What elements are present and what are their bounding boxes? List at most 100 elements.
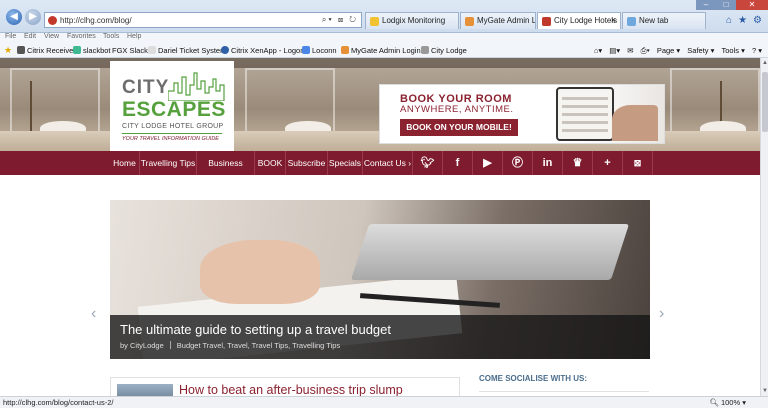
banner-cta-button[interactable]: BOOK ON YOUR MOBILE!: [400, 119, 518, 136]
slide-meta: by CityLodge Budget Travel, Travel, Trave…: [120, 341, 340, 350]
menu-help[interactable]: Help: [127, 33, 141, 40]
favorites-star-icon[interactable]: ★: [738, 15, 747, 26]
scroll-down-icon[interactable]: ▼: [761, 388, 768, 394]
favorites-star-icon[interactable]: ★: [4, 45, 12, 56]
slack-icon: [73, 46, 81, 54]
slider-prev-icon[interactable]: ‹: [91, 305, 96, 323]
logo-group: CITY LODGE HOTEL GROUP: [122, 123, 224, 130]
site-logo[interactable]: CITY ESCAPES CITY LODGE HOTEL GROUP YOUR…: [110, 61, 234, 151]
slide-categories[interactable]: Budget Travel, Travel, Travel Tips, Trav…: [177, 341, 340, 350]
maximize-button[interactable]: □: [716, 0, 736, 10]
logo-rule: [122, 133, 222, 134]
menu-favorites[interactable]: Favorites: [67, 33, 96, 40]
linkedin-icon[interactable]: in: [533, 151, 563, 175]
page-menu[interactable]: Page ▾: [657, 46, 680, 55]
post-card[interactable]: How to beat an after-business trip slump: [110, 377, 460, 396]
close-tab-icon[interactable]: ×: [611, 15, 616, 25]
main-nav: Home Travelling Tips Business Travel BOO…: [0, 151, 760, 192]
back-button[interactable]: ◀: [6, 9, 22, 25]
menu-file[interactable]: File: [5, 33, 16, 40]
status-bar: http://clhg.com/blog/contact-us-2/ 🔍︎ 10…: [0, 396, 768, 408]
tab-mygate-admin[interactable]: MyGate Admin Login: [460, 12, 536, 29]
city-skyline-icon: [168, 72, 225, 101]
slide-caption: The ultimate guide to setting up a trave…: [110, 315, 650, 359]
crown-icon[interactable]: ♛: [563, 151, 593, 175]
close-window-button[interactable]: ✕: [736, 0, 768, 10]
tab-label: City Lodge Hotels: [554, 16, 618, 25]
xenapp-icon: [221, 46, 229, 54]
fav-dariel-ticket[interactable]: Dariel Ticket System: [148, 46, 226, 55]
print-icon[interactable]: ⎙▾: [641, 46, 650, 55]
lodgix-tab-icon: [370, 17, 379, 26]
post-title[interactable]: How to beat an after-business trip slump: [179, 383, 403, 396]
tab-lodgix-monitoring[interactable]: Lodgix Monitoring: [365, 12, 459, 29]
mygate-tab-icon: [465, 17, 474, 26]
scroll-thumb[interactable]: [762, 72, 768, 132]
palm-tree: [30, 81, 32, 137]
menu-view[interactable]: View: [44, 33, 59, 40]
fav-citrix-receiver[interactable]: Citrix Receiver: [17, 46, 76, 55]
twitter-icon[interactable]: 🐦︎: [413, 151, 443, 175]
menu-edit[interactable]: Edit: [24, 33, 36, 40]
hand-image: [612, 105, 658, 141]
tab-city-lodge-hotels[interactable]: City Lodge Hotels ×: [537, 12, 621, 29]
fav-slackbot[interactable]: slackbot: [73, 46, 111, 55]
post-thumbnail: [117, 384, 173, 396]
address-bar[interactable]: http://clhg.com/blog/ ⌕▾ ⊠ ↻: [44, 12, 362, 28]
logo-tagline: YOUR TRAVEL INFORMATION GUIDE: [122, 136, 219, 142]
logo-line1: CITY: [122, 77, 170, 98]
sidebar-social: COME SOCIALISE WITH US:: [479, 374, 649, 396]
nav-book[interactable]: BOOK: [255, 151, 286, 175]
tab-label: MyGate Admin Login: [477, 16, 536, 25]
browser-titlebar: ◀ ▶ http://clhg.com/blog/ ⌕▾ ⊠ ↻ Lodgix …: [0, 0, 768, 33]
vertical-scrollbar[interactable]: ▲ ▼: [760, 58, 768, 396]
zoom-level[interactable]: 🔍︎ 100% ▾: [709, 398, 746, 407]
youtube-icon[interactable]: ▶: [473, 151, 503, 175]
featured-slider[interactable]: The ultimate guide to setting up a trave…: [110, 200, 650, 359]
slider-next-icon[interactable]: ›: [659, 305, 664, 323]
facebook-icon[interactable]: f: [443, 151, 473, 175]
feeds-icon[interactable]: ▤▾: [609, 46, 620, 55]
address-tools-icon[interactable]: ⌕▾ ⊠ ↻: [322, 15, 358, 25]
fav-city-lodge[interactable]: City Lodge: [421, 46, 467, 55]
page-icon: [148, 46, 156, 54]
pinterest-icon[interactable]: Ⓟ: [503, 151, 533, 175]
book-banner[interactable]: BOOK YOUR ROOM ANYWHERE, ANYTIME. BOOK O…: [379, 84, 665, 144]
phone-image: [556, 87, 614, 141]
fav-loconn[interactable]: Loconn: [302, 46, 337, 55]
help-menu[interactable]: ? ▾: [752, 46, 762, 55]
plus-icon[interactable]: +: [593, 151, 623, 175]
slide-title[interactable]: The ultimate guide to setting up a trave…: [120, 322, 391, 337]
nav-business-travel[interactable]: Business Travel: [197, 151, 255, 192]
citrix-icon: [17, 46, 25, 54]
site-favicon-icon: [48, 16, 57, 25]
scroll-up-icon[interactable]: ▲: [761, 60, 768, 66]
settings-gear-icon[interactable]: ⚙: [753, 15, 762, 26]
nav-contact-us[interactable]: Contact Us ›: [363, 151, 413, 175]
safety-menu[interactable]: Safety ▾: [687, 46, 714, 55]
fav-fgx-slack[interactable]: FGX Slack: [112, 46, 148, 55]
fav-citrix-xenapp[interactable]: Citrix XenApp - Logon: [221, 46, 304, 55]
tab-new-tab[interactable]: New tab: [622, 12, 706, 29]
logo-line2: ESCAPES: [122, 98, 226, 121]
page-viewport: CITY ESCAPES CITY LODGE HOTEL GROUP YOUR…: [0, 58, 760, 396]
forward-button[interactable]: ▶: [25, 9, 41, 25]
nav-subscribe[interactable]: Subscribe: [286, 151, 328, 175]
sidebar-title: COME SOCIALISE WITH US:: [479, 374, 587, 383]
fav-mygate-admin[interactable]: MyGate Admin Login: [341, 46, 421, 55]
minimize-button[interactable]: –: [696, 0, 716, 10]
slide-author[interactable]: by CityLodge: [120, 341, 164, 350]
nav-home[interactable]: Home: [110, 151, 140, 175]
home-icon[interactable]: ⌂: [726, 15, 732, 26]
favorites-bar: ★ Citrix Receiver slackbot FGX Slack Dar…: [0, 44, 768, 58]
nav-travelling-tips[interactable]: Travelling Tips: [140, 151, 197, 175]
nav-specials[interactable]: Specials: [328, 151, 363, 175]
tools-menu[interactable]: Tools ▾: [722, 46, 745, 55]
rss-icon[interactable]: ⌂▾: [594, 46, 602, 55]
sidebar-divider: [479, 391, 649, 392]
close-box-icon[interactable]: ⊠: [623, 151, 653, 175]
mail-icon[interactable]: ✉: [627, 46, 633, 55]
address-url[interactable]: http://clhg.com/blog/: [60, 16, 132, 25]
hand-image: [200, 240, 320, 304]
menu-tools[interactable]: Tools: [103, 33, 119, 40]
